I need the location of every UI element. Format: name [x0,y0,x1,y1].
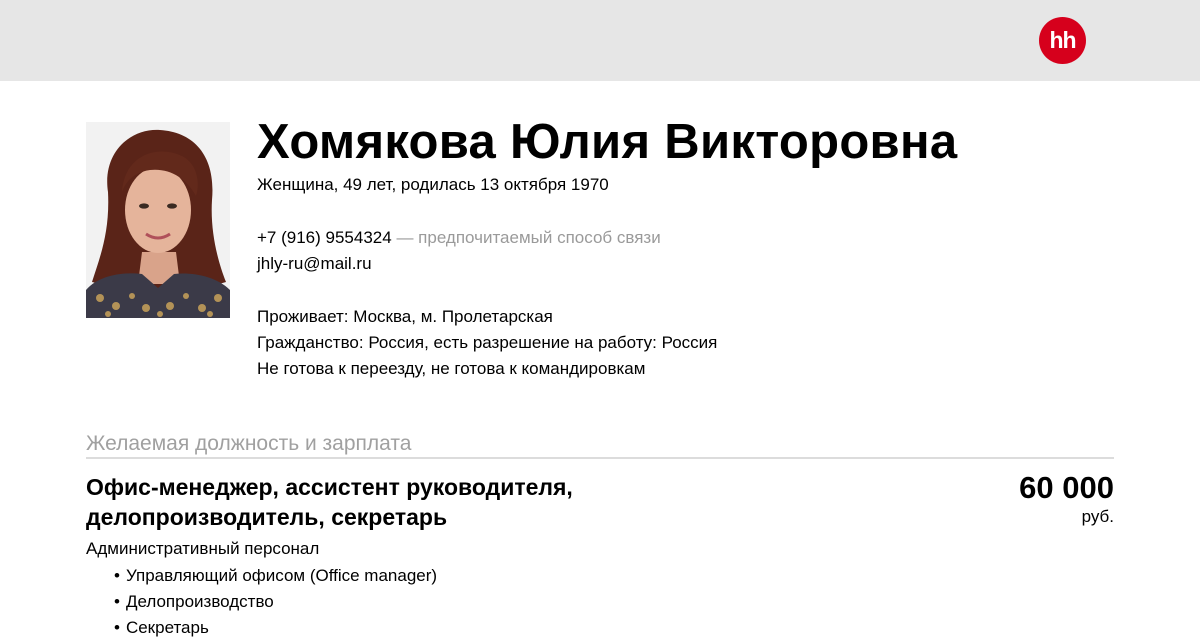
residence: Проживает: Москва, м. Пролетарская [257,307,553,326]
section-title-desired: Желаемая должность и зарплата [86,432,412,455]
contact-phone-row: +7 (916) 9554324 — предпочитаемый способ… [257,225,661,251]
profile-photo [86,122,230,318]
hh-logo[interactable]: hh [1039,17,1086,64]
list-item: Делопроизводство [114,589,437,615]
gender-age-birth: Женщина, 49 лет, родилась 13 октября 197… [257,175,609,194]
salary-currency: руб. [1081,507,1114,526]
section-divider [86,457,1114,459]
list-item: Секретарь [114,615,437,641]
citizenship: Гражданство: Россия, есть разрешение на … [257,333,718,352]
specialization-list: Управляющий офисом (Office manager) Дело… [114,563,437,641]
desired-position: Офис-менеджер, ассистент руководителя, д… [86,472,706,532]
salary-amount: 60 000 [1019,470,1114,505]
position-line-2: делопроизводитель, секретарь [86,504,448,530]
list-item: Управляющий офисом (Office manager) [114,563,437,589]
top-bar: hh [0,0,1200,81]
email-address[interactable]: jhly-ru@mail.ru [257,251,372,277]
personal-info: Хомякова Юлия Викторовна Женщина, 49 лет… [257,112,1137,378]
job-category: Административный персонал [86,539,320,558]
position-line-1: Офис-менеджер, ассистент руководителя, [86,474,573,500]
relocation-status: Не готова к переезду, не готова к команд… [257,359,646,378]
phone-number[interactable]: +7 (916) 9554324 [257,228,392,247]
phone-preferred-note: — предпочитаемый способ связи [396,228,661,247]
full-name: Хомякова Юлия Викторовна [257,115,958,169]
